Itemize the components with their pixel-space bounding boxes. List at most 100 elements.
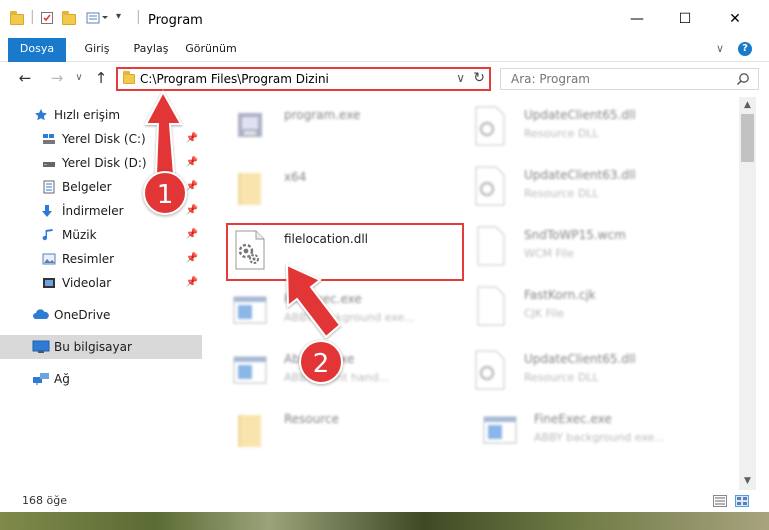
app-window-icon — [233, 356, 267, 384]
minimize-button[interactable]: — — [614, 0, 660, 38]
file-item-program-exe[interactable]: program.exe — [224, 97, 464, 153]
scroll-down-icon[interactable]: ▼ — [739, 473, 756, 490]
tab-home[interactable]: Giriş — [72, 38, 122, 62]
sidebar-item-onedrive[interactable]: OneDrive — [0, 303, 202, 327]
file-item-resource[interactable]: Resource — [224, 401, 464, 457]
scroll-thumb[interactable] — [741, 114, 754, 162]
file-list: program.exe x64 filelocation.dll FineExe… — [208, 97, 739, 490]
step-badge-1: 1 — [143, 171, 187, 215]
forward-button[interactable]: → — [46, 68, 68, 90]
pin-icon[interactable]: 📌 — [186, 277, 198, 288]
file-item-updateclient65-dll[interactable]: UpdateClient65.dll Resource DLL — [464, 97, 704, 153]
pin-icon[interactable]: 📌 — [186, 181, 198, 192]
sidebar-item-label: Yerel Disk (D:) — [62, 156, 147, 170]
address-row: ← → ∨ ↑ C:\Program Files\Program Dizini … — [0, 62, 769, 95]
file-description: WCM File — [524, 247, 574, 260]
sidebar-item-quick-access[interactable]: Hızlı erişim — [0, 103, 202, 127]
pin-icon[interactable]: 📌 — [186, 157, 198, 168]
dll-icon — [475, 106, 505, 146]
file-description: ABBY background exe... — [284, 311, 415, 324]
pin-icon[interactable]: 📌 — [186, 229, 198, 240]
highlight-box — [226, 223, 464, 281]
computer-icon — [32, 340, 50, 353]
app-window-icon — [483, 416, 517, 444]
file-item-fastkorn-cjk[interactable]: FastKorn.cjk CJK File — [464, 277, 704, 333]
file-name: FastKorn.cjk — [524, 288, 596, 302]
dll-icon — [475, 166, 505, 206]
vertical-scrollbar[interactable]: ▲ ▼ — [739, 97, 756, 490]
properties-icon[interactable] — [40, 11, 54, 25]
file-description: CJK File — [524, 307, 565, 320]
desktop-wallpaper — [0, 512, 769, 530]
details-view-icon[interactable] — [713, 495, 727, 507]
new-folder-icon[interactable] — [62, 11, 76, 25]
back-button[interactable]: ← — [14, 68, 36, 90]
pin-icon[interactable]: 📌 — [186, 205, 198, 216]
item-count: 168 öğe — [22, 494, 67, 507]
maximize-button[interactable]: ☐ — [662, 0, 708, 38]
tab-view[interactable]: Görünüm — [180, 38, 242, 62]
sidebar-item-label: Videolar — [62, 276, 112, 290]
title-bar: | ▾ | Program — ☐ ✕ — [0, 0, 769, 38]
file-description: Resource DLL — [524, 127, 599, 140]
cloud-icon — [33, 309, 49, 319]
blank-file-icon — [477, 226, 505, 266]
tiles-view-icon[interactable] — [735, 495, 749, 507]
file-item-updateclient63-dll[interactable]: UpdateClient63.dll Resource DLL — [464, 157, 704, 213]
file-name: x64 — [284, 170, 307, 184]
up-button[interactable]: ↑ — [90, 68, 112, 90]
file-name: UpdateClient65.dll — [524, 352, 636, 366]
status-bar: 168 öğe — [0, 490, 769, 512]
sidebar-item-local-disk-c[interactable]: Yerel Disk (C:) 📌 — [0, 127, 202, 151]
file-name: FineExec.exe — [284, 292, 362, 306]
sidebar-item-label: Müzik — [62, 228, 97, 242]
expand-ribbon-icon[interactable]: ∨ — [716, 42, 724, 55]
customize-toolbar-icon[interactable] — [86, 11, 112, 25]
sidebar-item-videos[interactable]: Videolar 📌 — [0, 271, 202, 295]
tab-share[interactable]: Paylaş — [122, 38, 180, 62]
file-description: Resource DLL — [524, 371, 599, 384]
file-item-abbyex-exe[interactable]: AbbyEx.exe ABBY event hand... — [224, 341, 464, 397]
address-bar[interactable]: C:\Program Files\Program Dizini ∨ ↻ — [116, 67, 491, 91]
recent-locations-button[interactable]: ∨ — [68, 68, 90, 90]
help-icon[interactable]: ? — [738, 42, 752, 56]
sidebar-item-label: Yerel Disk (C:) — [62, 132, 146, 146]
file-name: program.exe — [284, 108, 361, 122]
sidebar-item-pictures[interactable]: Resimler 📌 — [0, 247, 202, 271]
sidebar-item-label: Hızlı erişim — [54, 108, 121, 122]
sidebar-item-network[interactable]: Ağ — [0, 367, 202, 391]
exe-icon — [238, 113, 262, 137]
close-button[interactable]: ✕ — [712, 0, 758, 38]
file-item-fineexec-exe[interactable]: FineExec.exe ABBY background exe... — [224, 281, 464, 337]
dll-icon — [475, 350, 505, 390]
file-description: ABBY background exe... — [534, 431, 665, 444]
address-dropdown-icon[interactable]: ∨ — [456, 71, 465, 85]
scroll-up-icon[interactable]: ▲ — [739, 97, 756, 114]
pictures-icon — [42, 253, 56, 265]
refresh-button[interactable]: ↻ — [473, 70, 485, 86]
app-window-icon — [233, 296, 267, 324]
file-item-fineexec-exe-2[interactable]: FineExec.exe ABBY background exe... — [474, 401, 714, 457]
sidebar-item-label: Bu bilgisayar — [54, 340, 132, 354]
download-icon — [42, 205, 52, 217]
step-badge-2: 2 — [299, 340, 343, 384]
sidebar-item-music[interactable]: Müzik 📌 — [0, 223, 202, 247]
sidebar-item-this-pc[interactable]: Bu bilgisayar — [0, 335, 202, 359]
search-input[interactable] — [511, 72, 711, 86]
pin-icon[interactable]: 📌 — [186, 133, 198, 144]
file-item-sndtowp15-wcm[interactable]: SndToWP15.wcm WCM File — [464, 217, 704, 273]
separator: | — [136, 9, 141, 25]
sidebar-item-label: İndirmeler — [62, 204, 124, 218]
file-name: SndToWP15.wcm — [524, 228, 626, 242]
quick-access-dropdown-icon[interactable]: ▾ — [116, 11, 121, 22]
sidebar-item-label: Ağ — [54, 372, 70, 386]
file-description: Resource DLL — [524, 187, 599, 200]
file-item-x64[interactable]: x64 — [224, 159, 464, 215]
search-box[interactable] — [500, 68, 759, 90]
file-item-updateclient65-dll-2[interactable]: UpdateClient65.dll Resource DLL — [464, 341, 704, 397]
pin-icon[interactable]: 📌 — [186, 253, 198, 264]
folder-icon — [123, 71, 135, 84]
search-icon — [736, 73, 749, 86]
window-title: Program — [148, 13, 203, 28]
tab-file[interactable]: Dosya — [8, 38, 66, 62]
